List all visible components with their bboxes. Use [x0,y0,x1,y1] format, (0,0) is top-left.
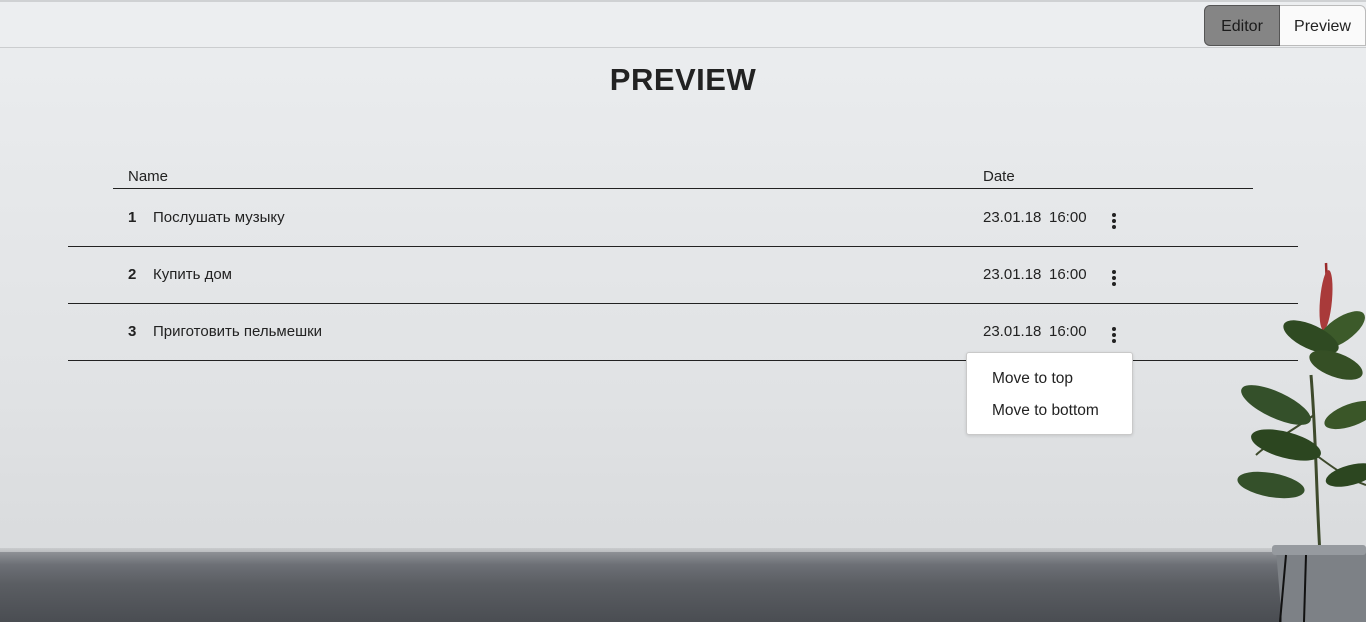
row-date: 23.01.18 [983,266,1042,283]
row-date: 23.01.18 [983,323,1042,340]
row-context-menu: Move to top Move to bottom [966,352,1133,435]
floor-background [0,552,1366,622]
row-name: Купить дом [153,266,232,283]
row-time: 16:00 [1049,266,1087,283]
table-row: 1 Послушать музыку 23.01.18 16:00 [68,189,1298,247]
app-window: Editor Preview PREVIEW Name Date 1 Послу… [0,0,1366,622]
view-tabs: Editor Preview [1204,5,1366,46]
menu-item-move-to-top[interactable]: Move to top [992,370,1073,388]
row-time: 16:00 [1049,323,1087,340]
row-name: Послушать музыку [153,209,285,226]
row-menu-kebab-icon[interactable] [1104,325,1124,345]
row-menu-kebab-icon[interactable] [1104,211,1124,231]
row-number: 1 [128,209,137,226]
tab-preview[interactable]: Preview [1280,5,1366,46]
row-time: 16:00 [1049,209,1087,226]
table-row: 2 Купить дом 23.01.18 16:00 [68,246,1298,304]
column-header-name: Name [128,168,169,185]
row-date: 23.01.18 [983,209,1042,226]
page-title: PREVIEW [609,62,757,97]
column-header-date: Date [983,168,1015,185]
top-bar: Editor Preview [0,0,1366,48]
row-menu-kebab-icon[interactable] [1104,268,1124,288]
tab-editor[interactable]: Editor [1204,5,1280,46]
row-name: Приготовить пельмешки [153,323,323,340]
row-number: 3 [128,323,137,340]
row-number: 2 [128,266,137,283]
menu-item-move-to-bottom[interactable]: Move to bottom [992,402,1099,420]
table-header: Name Date [113,166,1253,189]
